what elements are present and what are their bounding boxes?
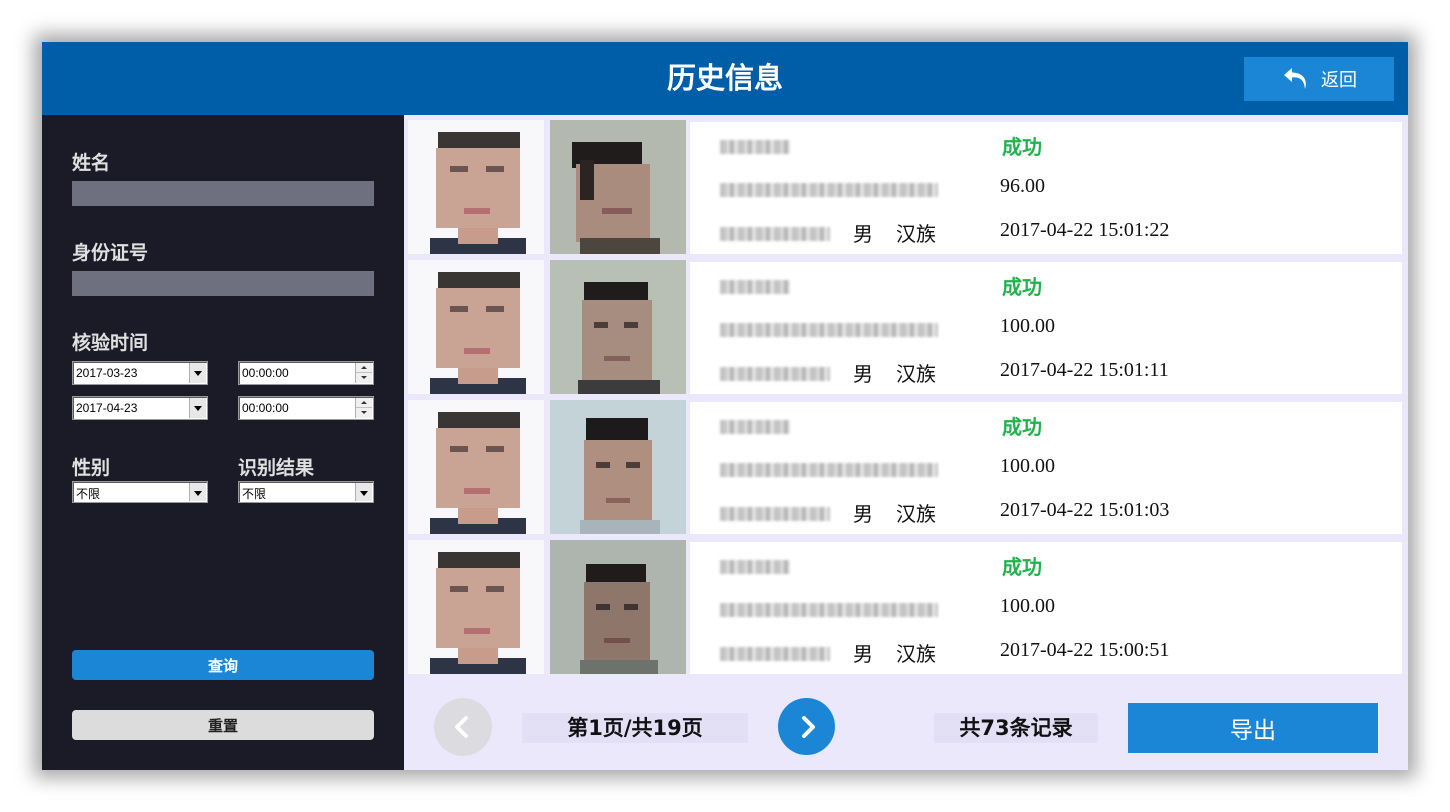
back-button[interactable]: 返回 [1244,57,1394,101]
start-time-value: 00:00:00 [242,366,289,380]
birthdate-redacted [720,227,830,241]
record-ethnicity: 汉族 [896,642,936,666]
query-button[interactable]: 查询 [72,650,374,680]
export-button[interactable]: 导出 [1128,703,1378,753]
id-number-redacted [720,463,938,477]
record-ethnicity: 汉族 [896,222,936,246]
id-number-redacted [720,603,938,617]
gender-dropdown-icon[interactable] [189,483,206,501]
record-gender: 男 [853,362,873,386]
spin-down-icon[interactable] [356,373,372,383]
name-redacted [720,420,790,434]
record-gender: 男 [853,222,873,246]
result-label: 识别结果 [238,457,315,479]
name-label: 姓名 [72,152,111,174]
end-date-value: 2017-04-23 [76,401,138,415]
record-score: 100.00 [1000,455,1055,477]
live-capture-photo [550,540,686,674]
record-score: 100.00 [1000,595,1055,617]
id-card-photo [408,400,544,534]
end-date-picker[interactable]: 2017-04-23 [72,396,208,420]
birthdate-redacted [720,507,830,521]
record-row[interactable]: 男 汉族 成功 100.00 2017-04-22 15:01:03 [408,400,1402,534]
id-number-redacted [720,183,938,197]
record-time: 2017-04-22 15:01:22 [1000,219,1170,241]
title-bar: 历史信息 返回 [42,42,1408,115]
id-card-photo [408,540,544,674]
record-info: 男 汉族 成功 96.00 2017-04-22 15:01:22 [690,122,1402,254]
id-number-redacted [720,323,938,337]
name-redacted [720,140,790,154]
end-time-value: 00:00:00 [242,401,289,415]
end-time-spinner[interactable]: 00:00:00 [238,396,374,420]
record-row[interactable]: 男 汉族 成功 96.00 2017-04-22 15:01:22 [408,120,1402,254]
name-redacted [720,560,790,574]
gender-select-value: 不限 [76,487,101,501]
id-card-photo [408,120,544,254]
previous-page-button[interactable] [434,698,492,756]
start-date-picker[interactable]: 2017-03-23 [72,361,208,385]
record-info: 男 汉族 成功 100.00 2017-04-22 15:00:51 [690,542,1402,674]
record-ethnicity: 汉族 [896,362,936,386]
start-time-spinner[interactable]: 00:00:00 [238,361,374,385]
id-number-label: 身份证号 [72,242,149,264]
undo-arrow-icon [1284,68,1306,89]
record-gender: 男 [853,642,873,666]
name-redacted [720,280,790,294]
end-time-spin-buttons[interactable] [355,398,372,418]
record-result: 成功 [1002,275,1042,299]
record-score: 96.00 [1000,175,1045,197]
record-info: 男 汉族 成功 100.00 2017-04-22 15:01:03 [690,402,1402,534]
record-result: 成功 [1002,135,1042,159]
result-select-value: 不限 [242,487,267,501]
name-input[interactable] [72,181,374,206]
live-capture-photo [550,120,686,254]
result-select[interactable]: 不限 [238,481,374,503]
start-date-dropdown-icon[interactable] [189,363,206,383]
page-indicator: 第1页/共19页 [522,713,748,743]
gender-label: 性别 [72,457,111,479]
end-date-dropdown-icon[interactable] [189,398,206,418]
record-info: 男 汉族 成功 100.00 2017-04-22 15:01:11 [690,262,1402,394]
result-dropdown-icon[interactable] [355,483,372,501]
next-page-button[interactable] [778,698,835,755]
birthdate-redacted [720,367,830,381]
record-row[interactable]: 男 汉族 成功 100.00 2017-04-22 15:00:51 [408,540,1402,674]
spin-down-icon[interactable] [356,408,372,418]
records-panel: 男 汉族 成功 96.00 2017-04-22 15:01:22 男 汉族 成… [404,115,1408,770]
start-date-value: 2017-03-23 [76,366,138,380]
record-time: 2017-04-22 15:01:03 [1000,499,1170,521]
record-result: 成功 [1002,415,1042,439]
filter-sidebar: 姓名 身份证号 核验时间 2017-03-23 00:00:00 2017-04… [42,115,404,770]
start-time-spin-buttons[interactable] [355,363,372,383]
back-button-label: 返回 [1321,70,1357,91]
record-gender: 男 [853,502,873,526]
id-number-input[interactable] [72,271,374,296]
record-time: 2017-04-22 15:00:51 [1000,639,1170,661]
chevron-left-icon [455,716,468,738]
live-capture-photo [550,400,686,534]
id-card-photo [408,260,544,394]
page-title: 历史信息 [666,61,783,95]
record-score: 100.00 [1000,315,1055,337]
reset-button[interactable]: 重置 [72,710,374,740]
record-ethnicity: 汉族 [896,502,936,526]
app-window: 历史信息 返回 姓名 身份证号 核验时间 2017-03-23 00:00:00… [42,42,1408,770]
total-records: 共73条记录 [934,713,1098,743]
spin-up-icon[interactable] [356,363,372,373]
record-result: 成功 [1002,555,1042,579]
spin-up-icon[interactable] [356,398,372,408]
record-row[interactable]: 男 汉族 成功 100.00 2017-04-22 15:01:11 [408,260,1402,394]
live-capture-photo [550,260,686,394]
birthdate-redacted [720,647,830,661]
record-time: 2017-04-22 15:01:11 [1000,359,1169,381]
chevron-right-icon [801,715,815,738]
verify-time-label: 核验时间 [72,332,149,354]
gender-select[interactable]: 不限 [72,481,208,503]
